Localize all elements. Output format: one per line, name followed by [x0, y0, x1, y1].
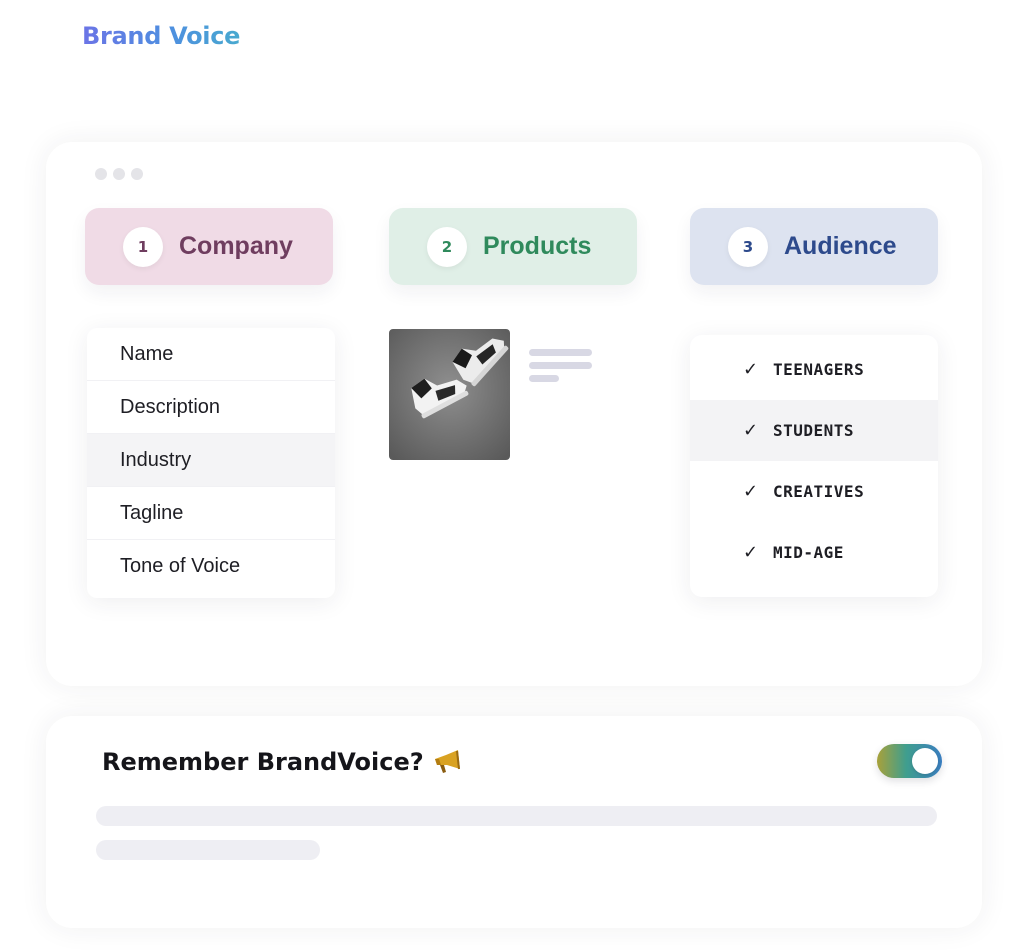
checkmark-icon: ✓ [743, 359, 759, 380]
text-lines-icon [529, 349, 592, 388]
product-sneaker-image[interactable] [389, 329, 510, 460]
company-field-industry[interactable]: Industry [87, 434, 335, 487]
audience-label: TEENAGERS [773, 360, 865, 379]
window-dot-icon [131, 168, 143, 180]
company-field-description[interactable]: Description [87, 381, 335, 434]
window-dot-icon [113, 168, 125, 180]
tab-audience[interactable]: 3 Audience [690, 208, 938, 285]
step-label: Company [179, 232, 293, 260]
remember-title-row: Remember BrandVoice? [102, 748, 462, 776]
window-dot-icon [95, 168, 107, 180]
audience-label: MID-AGE [773, 543, 844, 562]
page-title: Brand Voice [82, 22, 241, 50]
toggle-knob [912, 748, 938, 774]
step-number: 1 [123, 226, 163, 267]
checkmark-icon: ✓ [743, 481, 759, 502]
audience-item-mid-age[interactable]: ✓ MID-AGE [690, 522, 938, 583]
tab-company[interactable]: 1 Company [85, 208, 333, 285]
placeholder-line [96, 840, 320, 860]
audience-item-teenagers[interactable]: ✓ TEENAGERS [690, 339, 938, 400]
step-label: Products [483, 232, 592, 260]
company-field-tone-of-voice[interactable]: Tone of Voice [87, 540, 335, 593]
placeholder-line [96, 806, 937, 826]
checkmark-icon: ✓ [743, 542, 759, 563]
step-number: 2 [427, 226, 467, 267]
audience-list: ✓ TEENAGERS ✓ STUDENTS ✓ CREATIVES ✓ MID… [690, 335, 938, 597]
remember-title: Remember BrandVoice? [102, 748, 424, 776]
company-field-tagline[interactable]: Tagline [87, 487, 335, 540]
step-label: Audience [784, 232, 897, 260]
checkmark-icon: ✓ [743, 420, 759, 441]
company-fields-list: Name Description Industry Tagline Tone o… [87, 328, 335, 598]
step-number: 3 [728, 226, 768, 267]
megaphone-icon [432, 749, 462, 775]
audience-label: CREATIVES [773, 482, 865, 501]
audience-label: STUDENTS [773, 421, 855, 440]
window-controls [95, 168, 143, 180]
remember-toggle[interactable] [877, 744, 942, 778]
audience-item-creatives[interactable]: ✓ CREATIVES [690, 461, 938, 522]
audience-item-students[interactable]: ✓ STUDENTS [690, 400, 938, 461]
tab-products[interactable]: 2 Products [389, 208, 637, 285]
company-field-name[interactable]: Name [87, 328, 335, 381]
